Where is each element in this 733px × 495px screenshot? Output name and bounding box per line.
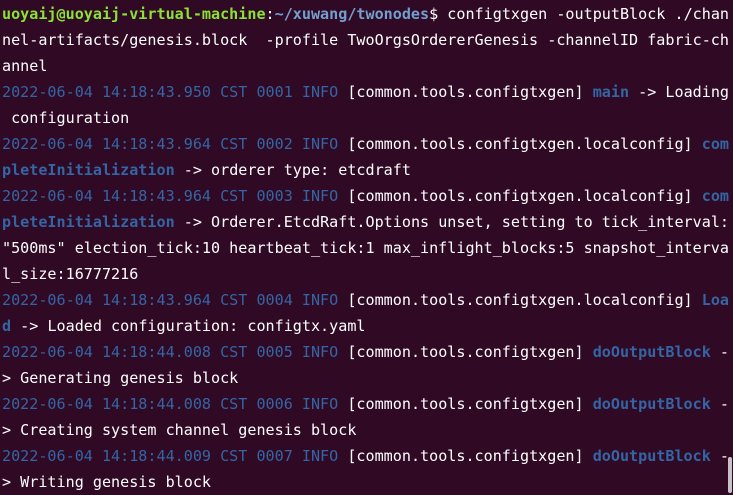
scrollbar-thumb[interactable] <box>728 457 732 493</box>
log-message: -> orderer type: etcdraft <box>174 161 411 179</box>
log-function: pleteInitialization <box>2 213 175 231</box>
log-line: 2022-06-04 14:18:44.008 CST 0005 INFO [c… <box>2 339 733 365</box>
log-line: pleteInitialization -> orderer type: etc… <box>2 157 733 183</box>
log-module: [common.tools.configtxgen] <box>347 343 593 361</box>
log-message: > Writing genesis block <box>2 473 212 491</box>
log-meta: 2022-06-04 14:18:44.008 CST 0005 INFO <box>2 343 348 361</box>
log-message: -> Orderer.EtcdRaft.Options unset, setti… <box>174 213 729 231</box>
log-message: configuration <box>2 109 130 127</box>
log-function: pleteInitialization <box>2 161 175 179</box>
log-meta: 2022-06-04 14:18:44.008 CST 0006 INFO <box>2 395 348 413</box>
log-function: doOutputBlock <box>592 395 711 413</box>
command-text: annel <box>2 57 48 75</box>
prompt-path: ~/xuwang/twonodes <box>274 5 430 23</box>
log-function: Loa <box>701 291 729 309</box>
log-message: l_size:16777216 <box>2 265 139 283</box>
log-line: 2022-06-04 14:18:44.009 CST 0007 INFO [c… <box>2 443 733 469</box>
log-function: d <box>2 317 12 335</box>
log-line: 2022-06-04 14:18:44.008 CST 0006 INFO [c… <box>2 391 733 417</box>
log-module: [common.tools.configtxgen] <box>347 395 593 413</box>
log-message: > Generating genesis block <box>2 369 239 387</box>
log-line: > Creating system channel genesis block <box>2 417 733 443</box>
log-line: 2022-06-04 14:18:43.950 CST 0001 INFO [c… <box>2 79 733 105</box>
log-line: pleteInitialization -> Orderer.EtcdRaft.… <box>2 209 733 235</box>
command-line-2: nel-artifacts/genesis.block -profile Two… <box>2 27 733 53</box>
log-module: [common.tools.configtxgen.localconfig] <box>347 187 702 205</box>
log-line: 2022-06-04 14:18:43.964 CST 0003 INFO [c… <box>2 183 733 209</box>
log-message: > Creating system channel genesis block <box>2 421 357 439</box>
log-function: com <box>701 135 729 153</box>
log-line: > Generating genesis block <box>2 365 733 391</box>
log-message: -> Loading <box>629 83 730 101</box>
log-module: [common.tools.configtxgen] <box>347 83 593 101</box>
prompt-user-host: uoyaij@uoyaij-virtual-machine <box>2 5 266 23</box>
command-text: nel-artifacts/genesis.block -profile Two… <box>2 31 729 49</box>
terminal-window[interactable]: uoyaij@uoyaij-virtual-machine:~/xuwang/t… <box>0 0 733 495</box>
log-line: "500ms" election_tick:10 heartbeat_tick:… <box>2 235 733 261</box>
log-line: configuration <box>2 105 733 131</box>
log-line: 2022-06-04 14:18:43.964 CST 0002 INFO [c… <box>2 131 733 157</box>
log-meta: 2022-06-04 14:18:43.964 CST 0003 INFO <box>2 187 348 205</box>
log-function: main <box>592 83 630 101</box>
command-line-1: uoyaij@uoyaij-virtual-machine:~/xuwang/t… <box>2 1 733 27</box>
prompt-colon: : <box>265 5 275 23</box>
log-line: d -> Loaded configuration: configtx.yaml <box>2 313 733 339</box>
command-line-3: annel <box>2 53 733 79</box>
command-text: configtxgen -outputBlock ./chan <box>447 5 730 23</box>
log-meta: 2022-06-04 14:18:44.009 CST 0007 INFO <box>2 447 348 465</box>
log-message: -> Loaded configuration: configtx.yaml <box>11 317 366 335</box>
log-module: [common.tools.configtxgen.localconfig] <box>347 135 702 153</box>
log-meta: 2022-06-04 14:18:43.950 CST 0001 INFO <box>2 83 348 101</box>
log-module: [common.tools.configtxgen.localconfig] <box>347 291 702 309</box>
scrollbar[interactable] <box>727 0 733 495</box>
log-meta: 2022-06-04 14:18:43.964 CST 0002 INFO <box>2 135 348 153</box>
log-line: 2022-06-04 14:18:43.964 CST 0004 INFO [c… <box>2 287 733 313</box>
log-message: "500ms" election_tick:10 heartbeat_tick:… <box>2 239 729 257</box>
log-line: l_size:16777216 <box>2 261 733 287</box>
log-function: doOutputBlock <box>592 447 711 465</box>
log-function: com <box>701 187 729 205</box>
log-function: doOutputBlock <box>592 343 711 361</box>
prompt-dollar: $ <box>429 5 448 23</box>
log-line: > Writing genesis block <box>2 469 733 495</box>
log-module: [common.tools.configtxgen] <box>347 447 593 465</box>
log-meta: 2022-06-04 14:18:43.964 CST 0004 INFO <box>2 291 348 309</box>
